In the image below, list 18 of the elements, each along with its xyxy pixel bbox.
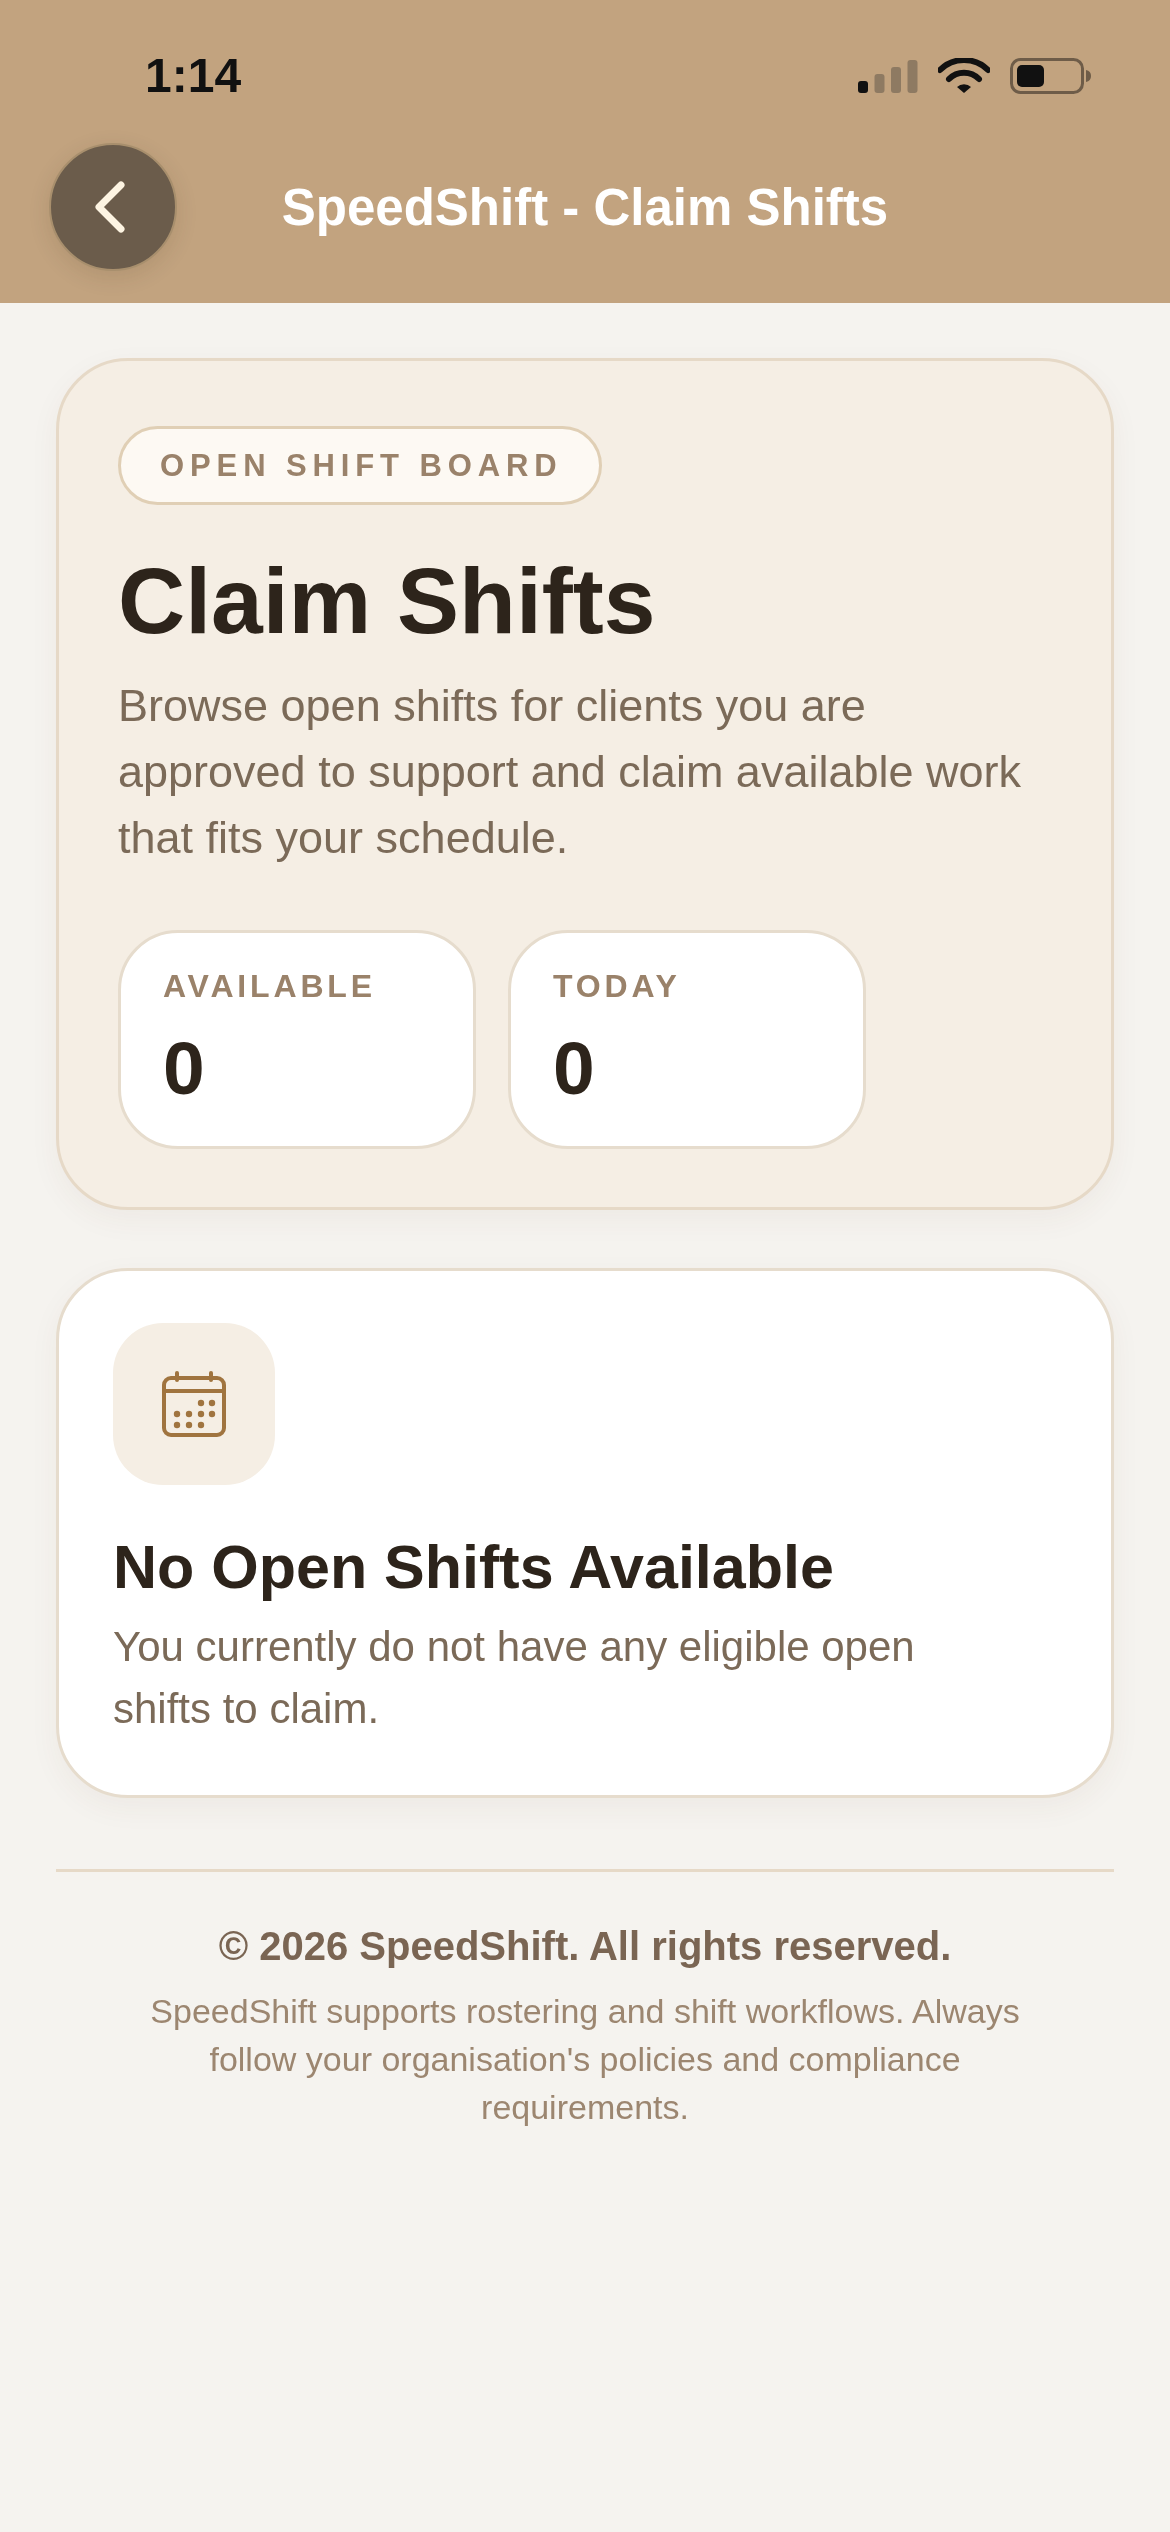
- empty-state-message: You currently do not have any eligible open shifts to claim.: [113, 1622, 916, 1734]
- empty-state-title: No Open Shifts Available: [113, 1532, 835, 1602]
- wifi-icon: [938, 58, 990, 94]
- status-time: 1:14: [145, 52, 242, 100]
- stat-label: AVAILABLE: [163, 967, 376, 1006]
- disclaimer-text: SpeedShift supports rostering and shift workflows. Always follow your organisation's policies and compliance requirements.: [149, 1991, 1021, 2128]
- page-description: Browse open shifts for clients you are approved to support and claim available work that fits your schedule.: [118, 679, 1022, 865]
- chevron-left-icon: [95, 181, 125, 233]
- stat-value: 0: [163, 1031, 205, 1106]
- stat-value: 0: [553, 1031, 595, 1106]
- calendar-icon: [113, 1323, 275, 1485]
- page-heading: Claim Shifts: [118, 552, 657, 651]
- battery-icon: [1010, 58, 1091, 94]
- header-title: SpeedShift - Claim Shifts: [280, 177, 890, 237]
- stat-label: TODAY: [553, 967, 681, 1006]
- copyright-text: © 2026 SpeedShift. All rights reserved.: [217, 1923, 953, 1970]
- section-badge: OPEN SHIFT BOARD: [118, 426, 602, 505]
- signal-icon: [858, 59, 918, 93]
